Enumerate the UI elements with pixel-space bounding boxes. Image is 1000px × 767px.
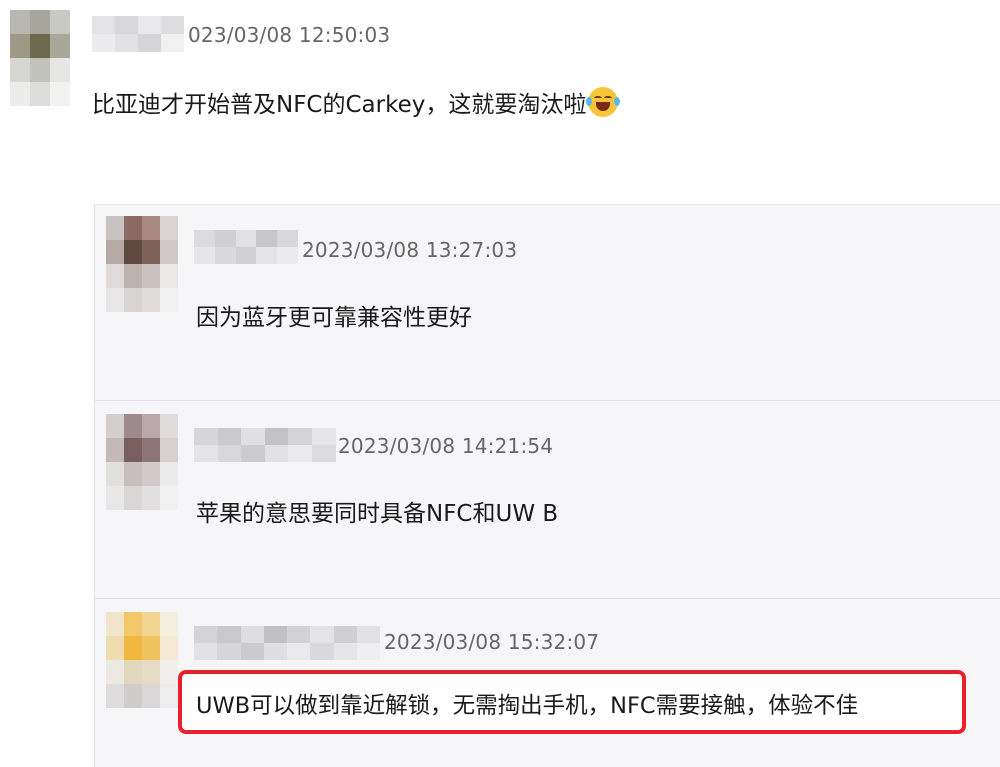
username-blurred[interactable] — [194, 230, 298, 264]
avatar[interactable] — [10, 10, 70, 106]
username-blurred[interactable] — [194, 428, 336, 462]
reply-divider — [94, 400, 1000, 401]
username-blurred[interactable] — [92, 16, 184, 52]
comment-timestamp: 023/03/08 12:50:03 — [188, 23, 391, 47]
comment-text-content: 比亚迪才开始普及NFC的Carkey，这就要淘汰啦 — [92, 92, 587, 118]
comment-text: 比亚迪才开始普及NFC的Carkey，这就要淘汰啦 — [92, 85, 621, 119]
reply-timestamp: 2023/03/08 14:21:54 — [338, 434, 554, 458]
avatar[interactable] — [106, 612, 178, 708]
laughing-tears-emoji-icon — [586, 87, 621, 117]
reply-divider — [94, 598, 1000, 599]
reply-text: 因为蓝牙更可靠兼容性更好 — [196, 305, 472, 331]
username-blurred[interactable] — [194, 626, 380, 660]
avatar[interactable] — [106, 414, 178, 510]
avatar[interactable] — [106, 216, 178, 312]
reply-text: 苹果的意思要同时具备NFC和UW B — [196, 501, 559, 527]
reply-text: UWB可以做到靠近解锁，无需掏出手机，NFC需要接触，体验不佳 — [196, 693, 859, 719]
reply-timestamp: 2023/03/08 15:32:07 — [384, 630, 600, 654]
reply-timestamp: 2023/03/08 13:27:03 — [302, 238, 518, 262]
